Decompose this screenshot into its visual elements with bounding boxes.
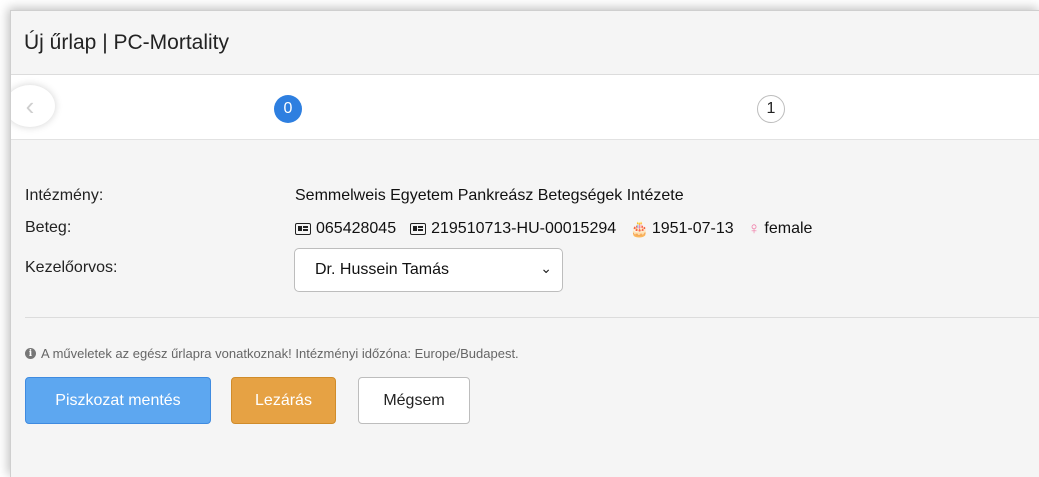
institution-value: Semmelweis Egyetem Pankreász Betegségek … [295,187,684,204]
physician-select[interactable]: Dr. Hussein Tamás ⌄ [294,248,563,292]
timezone-note: i A műveletek az egész űrlapra vonatkozn… [25,346,519,361]
id-card-icon [295,223,311,235]
step-number: 1 [766,100,776,117]
patient-label: Beteg: [25,219,72,236]
patient-id-secondary: 219510713-HU-00015294 [431,220,617,237]
chevron-down-icon: ⌄ [540,260,552,276]
physician-label: Kezelőorvos: [25,259,118,276]
female-symbol-icon: ♀ [747,219,761,238]
cancel-button[interactable]: Mégsem [358,377,470,424]
institution-label: Intézmény: [25,187,104,204]
save-draft-button[interactable]: Piszkozat mentés [25,377,211,424]
finalize-button[interactable]: Lezárás [231,377,336,424]
birthday-cake-icon: 🎂 [630,221,649,238]
info-circle-icon: i [25,348,36,359]
back-button[interactable]: ‹ [11,85,55,127]
id-card-icon [410,223,427,235]
physician-selected-value: Dr. Hussein Tamás [315,261,449,278]
step-0[interactable]: 0 [274,95,302,123]
step-1[interactable]: 1 [757,95,785,123]
app-window: Új űrlap | PC-Mortality ‹ 0 1 Intézmény:… [10,10,1039,477]
patient-id-primary: 065428045 [316,220,397,237]
form-stepper: ‹ 0 1 [11,75,1039,140]
patient-sex: female [764,220,813,237]
patient-birthdate: 1951-07-13 [651,220,734,237]
step-number: 0 [283,100,293,117]
chevron-left-icon: ‹ [25,90,35,121]
timezone-note-text: A műveletek az egész űrlapra vonatkoznak… [41,346,519,361]
page-title: Új űrlap | PC-Mortality [24,30,229,54]
section-divider [25,317,1039,318]
patient-info: 065428045 219510713-HU-00015294 🎂 1951-0… [295,219,812,239]
window-titlebar: Új űrlap | PC-Mortality [11,11,1039,75]
